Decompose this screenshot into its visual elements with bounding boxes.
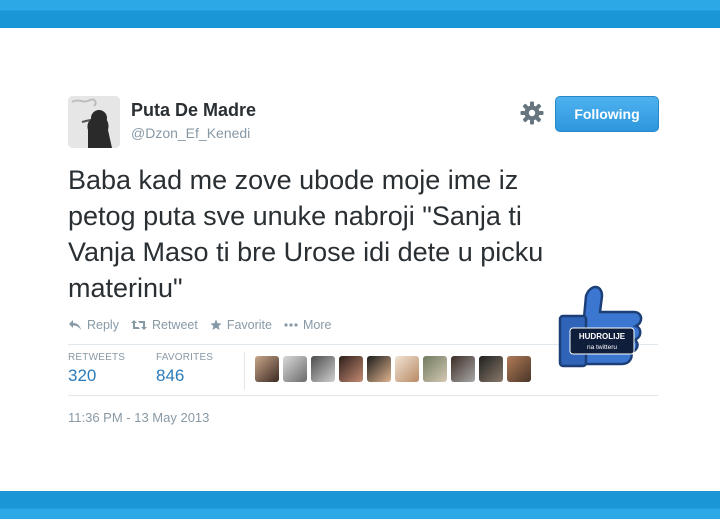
favoriter-avatar[interactable]: [395, 356, 419, 382]
gear-icon[interactable]: [519, 100, 545, 126]
reply-icon: [69, 320, 81, 330]
favoriter-avatar[interactable]: [507, 356, 531, 382]
favoriter-avatar[interactable]: [311, 356, 335, 382]
favoriter-avatar[interactable]: [255, 356, 279, 382]
favoriter-avatars: [255, 356, 531, 382]
tweet-text: Baba kad me zove ubode moje ime iz petog…: [68, 165, 544, 303]
more-dots-icon: [284, 323, 298, 327]
favorites-stat[interactable]: FAVORITES 846: [156, 352, 213, 386]
retweet-action[interactable]: Retweet: [130, 318, 198, 332]
retweets-stat[interactable]: RETWEETS 320: [68, 352, 125, 386]
more-label: More: [302, 318, 332, 332]
reply-action[interactable]: Reply: [68, 318, 119, 332]
stats-separator: [244, 352, 245, 390]
display-name[interactable]: Puta De Madre: [131, 100, 256, 121]
favorites-label: FAVORITES: [156, 352, 214, 363]
favoriter-avatar[interactable]: [479, 356, 503, 382]
avatar[interactable]: [68, 96, 120, 148]
favoriter-avatar[interactable]: [423, 356, 447, 382]
divider-bottom: [68, 395, 658, 396]
bottom-frame-band: [0, 491, 720, 519]
following-button[interactable]: Following: [555, 96, 659, 132]
favorite-label: Favorite: [226, 318, 272, 332]
favoriter-avatar[interactable]: [451, 356, 475, 382]
reply-label: Reply: [87, 318, 119, 332]
svg-text:na twitteru: na twitteru: [587, 344, 617, 351]
retweet-label: Retweet: [151, 318, 198, 332]
thumbs-up-badge-logo: HUDROLIJE na twitteru: [558, 285, 643, 368]
favorites-count: 846: [156, 366, 185, 385]
more-action[interactable]: More: [284, 318, 331, 332]
user-handle[interactable]: @Dzon_Ef_Kenedi: [131, 125, 250, 141]
favoriter-avatar[interactable]: [283, 356, 307, 382]
favoriter-avatar[interactable]: [367, 356, 391, 382]
retweets-label: RETWEETS: [68, 352, 126, 363]
favoriter-avatar[interactable]: [339, 356, 363, 382]
tweet-actions: Reply Retweet Favorite More: [68, 318, 331, 332]
svg-text:HUDROLIJE: HUDROLIJE: [579, 332, 626, 341]
smoking-silhouette-avatar: [68, 96, 120, 148]
top-frame-band: [0, 0, 720, 28]
favorite-action[interactable]: Favorite: [210, 318, 272, 332]
retweet-icon: [130, 320, 147, 330]
star-icon: [210, 319, 222, 330]
retweets-count: 320: [68, 366, 97, 385]
tweet-timestamp[interactable]: 11:36 PM - 13 May 2013: [68, 410, 209, 425]
